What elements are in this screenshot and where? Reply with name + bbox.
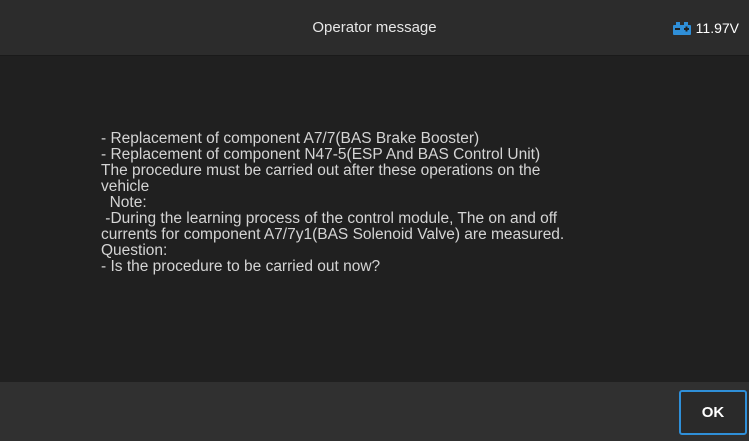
operator-message-text: - Replacement of component A7/7(BAS Brak… bbox=[101, 131, 701, 275]
footer-bar: OK bbox=[0, 382, 749, 441]
message-line: - Is the procedure to be carried out now… bbox=[101, 258, 381, 275]
title-bar: Operator message 11.97V bbox=[0, 0, 749, 56]
message-area: - Replacement of component A7/7(BAS Brak… bbox=[0, 56, 749, 382]
voltage-readout: 11.97V bbox=[695, 20, 739, 36]
message-line: The procedure must be carried out after … bbox=[101, 162, 541, 179]
message-line: - Replacement of component N47-5(ESP And… bbox=[101, 146, 541, 163]
battery-status: 11.97V bbox=[672, 0, 739, 56]
message-line: Note: bbox=[101, 194, 147, 211]
message-line: Question: bbox=[101, 242, 168, 259]
message-line: currents for component A7/7y1(BAS Soleno… bbox=[101, 226, 565, 243]
operator-message-screen: Operator message 11.97V - Replacement of… bbox=[0, 0, 749, 441]
page-title: Operator message bbox=[312, 19, 437, 36]
message-line: - Replacement of component A7/7(BAS Brak… bbox=[101, 130, 480, 147]
car-battery-icon bbox=[672, 20, 692, 36]
ok-button[interactable]: OK bbox=[679, 390, 747, 435]
message-line: vehicle bbox=[101, 178, 150, 195]
message-line: -During the learning process of the cont… bbox=[101, 210, 558, 227]
